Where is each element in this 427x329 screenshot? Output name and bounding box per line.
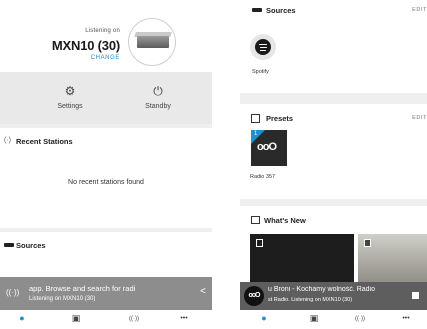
change-device-link[interactable]: CHANGE (91, 55, 120, 61)
spotify-wave (259, 44, 267, 46)
tab-radio-icon[interactable]: ((·)) (124, 316, 144, 322)
tab-bar: ● ▣ ((·)) ••• (240, 310, 427, 329)
spotify-wave (259, 47, 267, 49)
tab-more-icon[interactable]: ••• (174, 315, 194, 322)
standby-label: Standby (145, 103, 171, 110)
settings-button[interactable]: ⚙ Settings (30, 84, 110, 110)
radio-357-logo: ooO (257, 141, 277, 153)
now-playing-subtitle: st Radio. Listening on MXN10 (30) (268, 297, 353, 303)
whats-new-card: What's New (240, 206, 427, 286)
tab-library-icon[interactable]: ▣ (66, 313, 86, 324)
tab-bar: ● ▣ ((·)) ••• (0, 310, 212, 329)
tab-home-icon[interactable]: ● (12, 313, 32, 323)
now-playing-bar[interactable]: ooO u Broni - Kochamy wolność. Radio st … (240, 282, 427, 310)
presets-title: Presets (266, 114, 294, 123)
device-name: MXN10 (30) (51, 38, 120, 53)
power-icon: ⏻ (153, 84, 163, 98)
gear-icon: ⚙ (64, 84, 76, 98)
preset-tile[interactable]: 1 ooO (251, 130, 287, 166)
tab-radio-icon[interactable]: ((·)) (350, 316, 370, 322)
left-phone-screen: Listening on MXN10 (30) CHANGE ⚙ Setting… (0, 0, 212, 329)
tab-home-icon[interactable]: ● (254, 313, 274, 323)
device-body (137, 36, 169, 48)
device-controls: ⚙ Settings ⏻ Standby (0, 72, 212, 124)
sources-card: Sources EDIT Spotify (240, 0, 427, 93)
device-image[interactable] (128, 18, 176, 66)
listening-on-label: Listening on (85, 28, 120, 34)
spotify-icon (255, 39, 271, 55)
stop-icon[interactable] (412, 292, 419, 299)
recent-stations-empty: No recent stations found (68, 179, 144, 186)
recent-stations-card: (·) Recent Stations No recent stations f… (0, 128, 212, 228)
sources-edit-link[interactable]: EDIT (412, 7, 427, 13)
device-header[interactable]: Listening on MXN10 (30) CHANGE (0, 0, 212, 72)
settings-label: Settings (57, 103, 83, 110)
news-tile[interactable] (250, 234, 354, 286)
preset-label: Radio 357 (250, 174, 276, 180)
spotify-wave (260, 50, 266, 52)
share-icon[interactable]: < (200, 286, 206, 297)
tab-library-icon[interactable]: ▣ (304, 313, 324, 324)
right-phone-screen: Sources EDIT Spotify Presets EDIT 1 ooO … (240, 0, 427, 329)
image-icon (364, 239, 371, 247)
sources-icon (252, 8, 262, 12)
sources-icon (4, 243, 14, 247)
sources-title: Sources (266, 6, 296, 15)
now-playing-title: app. Browse and search for radi (29, 284, 136, 293)
sources-card[interactable]: Sources (0, 232, 212, 277)
spotify-label: Spotify (252, 69, 269, 75)
now-playing-artwork: ooO (244, 286, 264, 306)
tab-more-icon[interactable]: ••• (396, 315, 416, 322)
sources-title: Sources (16, 241, 46, 250)
clipboard-icon (256, 239, 263, 247)
radio-waves-icon: ((·)) (6, 288, 20, 297)
news-tile[interactable] (358, 234, 427, 286)
now-playing-bar[interactable]: ((·)) app. Browse and search for radi Li… (0, 277, 212, 310)
spotify-source-tile[interactable] (250, 34, 276, 60)
standby-button[interactable]: ⏻ Standby (118, 84, 198, 110)
now-playing-subtitle: Listening on MXN10 (30) (29, 296, 96, 302)
recent-stations-title: Recent Stations (16, 137, 73, 146)
presets-edit-link[interactable]: EDIT (412, 115, 427, 121)
presets-card: Presets EDIT 1 ooO Radio 357 (240, 104, 427, 199)
whats-new-title: What's New (264, 216, 306, 225)
radio-waves-icon: (·) (4, 137, 11, 144)
presets-icon (251, 114, 260, 123)
now-playing-title: u Broni - Kochamy wolność. Radio (268, 286, 375, 293)
news-icon (251, 216, 260, 224)
